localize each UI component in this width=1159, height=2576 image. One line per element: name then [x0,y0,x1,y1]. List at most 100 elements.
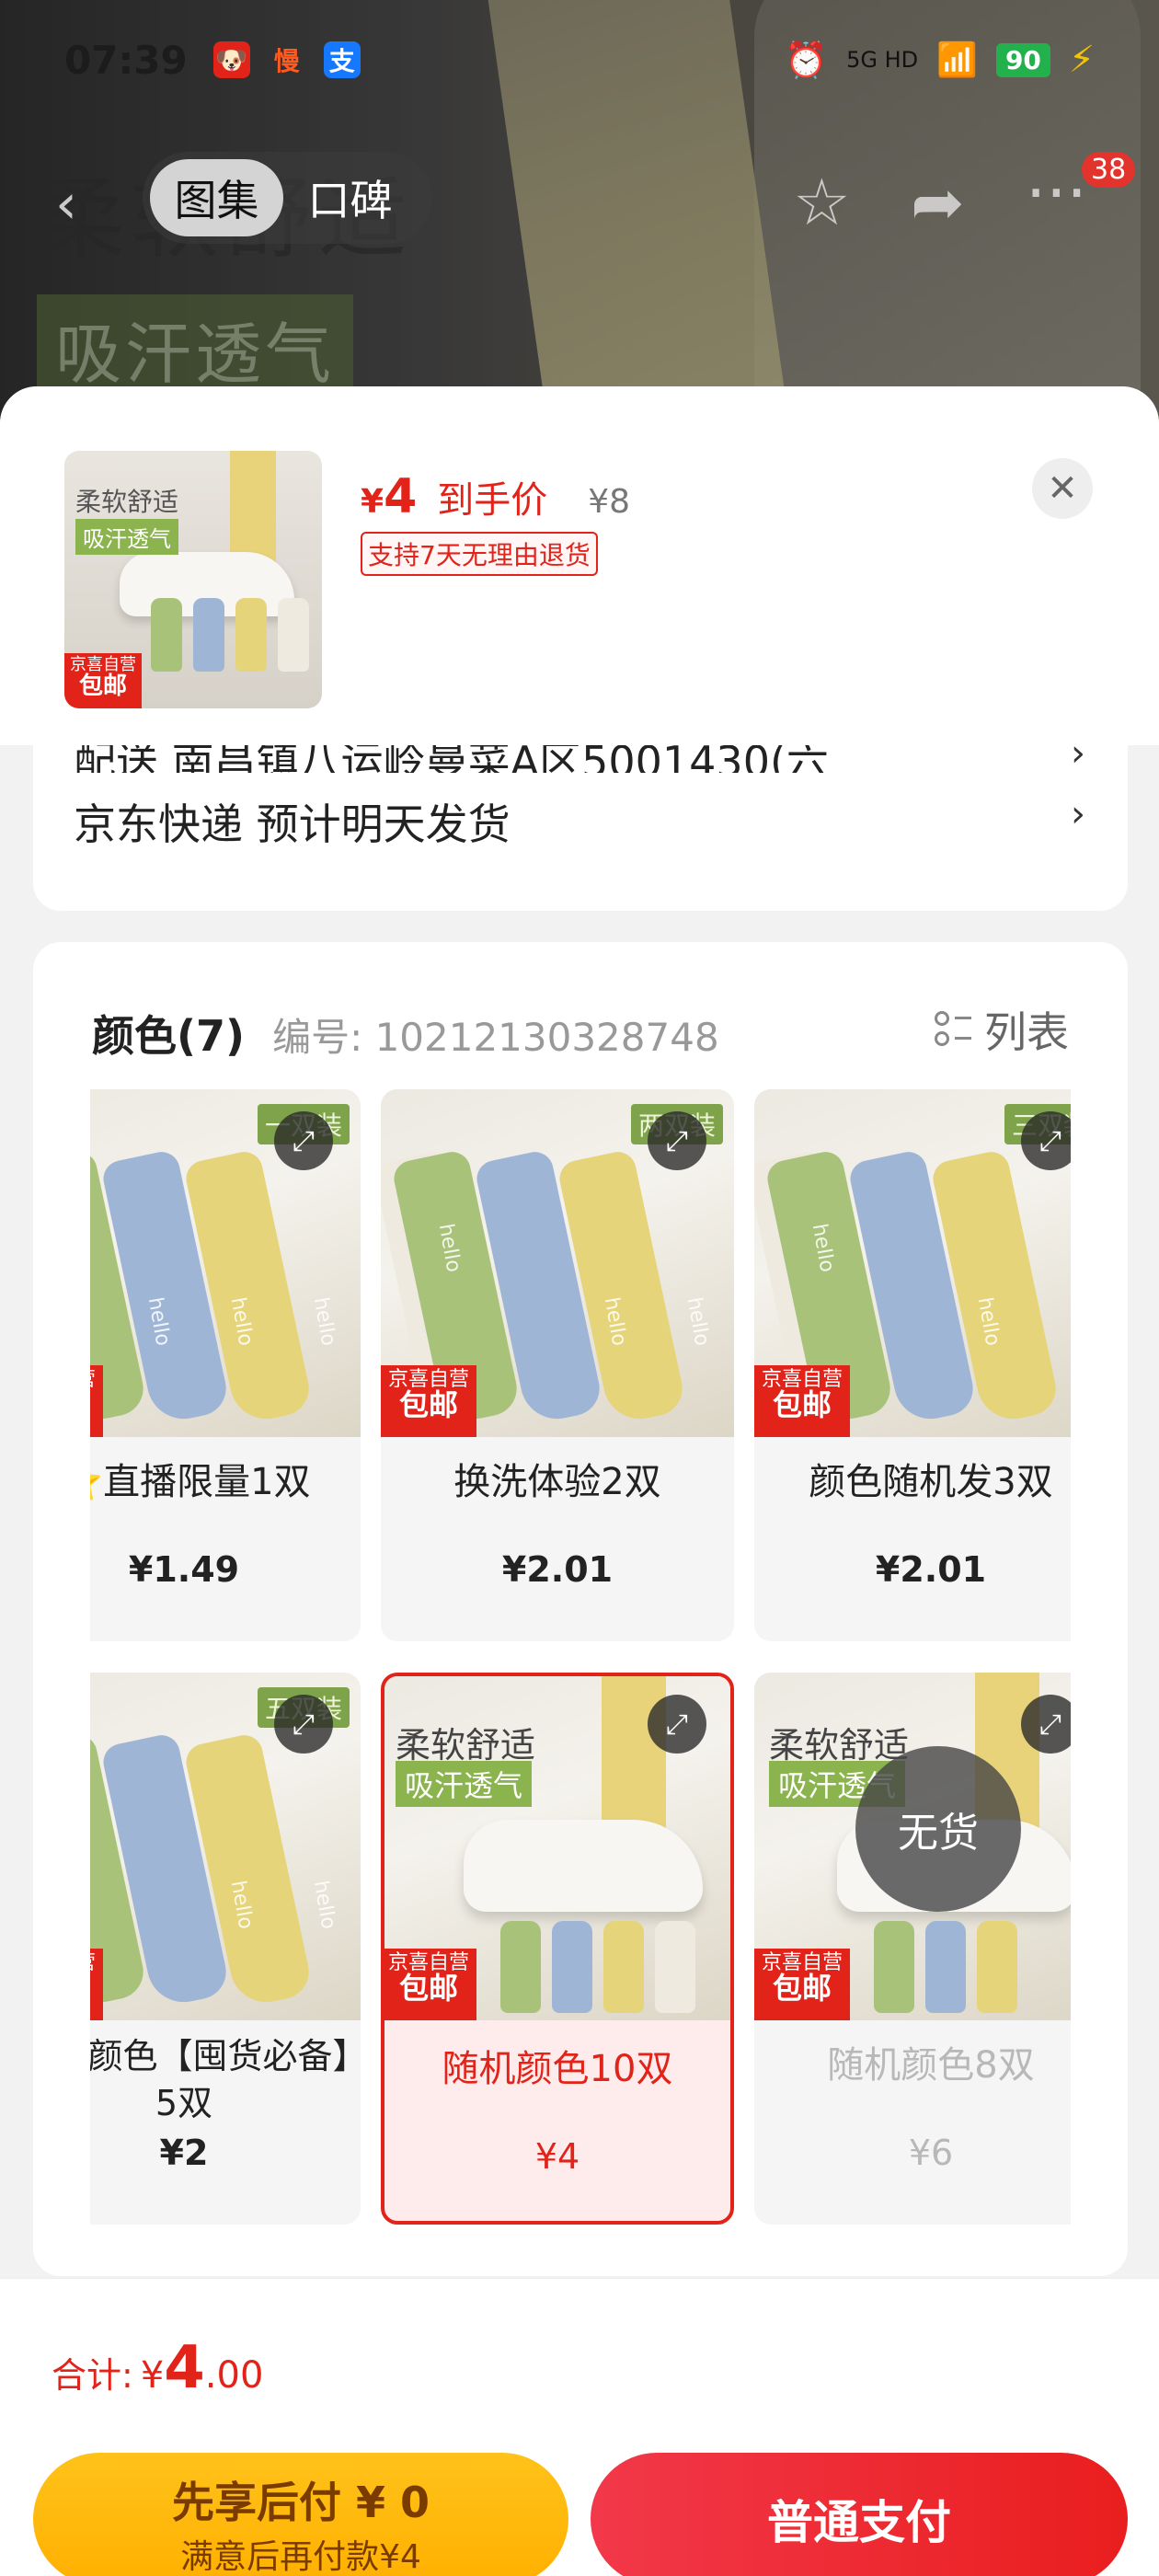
free-shipping-label: 包邮 [398,1387,458,1423]
message-count-badge: 38 [1082,152,1136,188]
free-shipping-label: 包邮 [772,1971,832,2007]
close-icon[interactable]: ✕ [1032,458,1093,519]
leg-graphic [602,1676,666,1838]
sku-image: hello hello 三双装 ⤢ 京喜自营包邮 [754,1089,1071,1437]
self-operated-tag: 京喜自营 包邮 [64,653,142,708]
self-operated-tag: 京喜自营包邮 [90,1365,103,1437]
free-shipping-label: 包邮 [90,1973,103,2005]
expand-image-icon[interactable]: ⤢ [1021,1111,1071,1170]
address-chevron-icon: › [1071,732,1085,775]
status-bar: 07:39 🐶 慢 支 ⏰ 5G HD 📶 90 ⚡ [0,0,1159,120]
sku-option-3[interactable]: hello hello 三双装 ⤢ 京喜自营包邮 颜色随机发3双 ¥2.01 [754,1089,1071,1641]
shoe-graphic [464,1820,703,1912]
battery-indicator: 90 [995,42,1050,77]
alarm-icon: ⏰ [784,39,829,80]
price-row: ¥4 到手价 ¥8 [361,469,630,524]
sock-graphic [977,1921,1017,2013]
back-arrow-icon[interactable]: ‹ [55,172,77,236]
sku-option-5-selected[interactable]: 柔软舒适 吸汗透气 ⤢ 京喜自营 包邮 随机颜色10双 ¥4 [381,1673,734,2225]
sock-graphic [500,1921,541,2013]
product-thumbnail[interactable]: 柔软舒适 吸汗透气 京喜自营 包邮 [64,451,322,708]
order-total: 合计: ¥ 4 .00 [52,2334,263,2402]
network-indicator: 5G HD [846,47,919,73]
sku-price: ¥6 [908,2133,954,2173]
status-time: 07:39 [64,37,188,83]
delivery-address: 配送 南昌镇八运岭曼菜A区5001430(六 [74,745,829,773]
sku-price: ¥2.01 [501,1549,614,1590]
sheet-header: 柔软舒适 吸汗透气 京喜自营 包邮 ¥4 到手价 ¥8 支持7天无理由退货 ✕ [0,386,1159,745]
sku-option-6-out-of-stock[interactable]: 柔软舒适 吸汗透气 ⤢ 无货 京喜自营 包邮 随机颜色8双 ¥6 [754,1673,1071,2225]
man-app-icon: 慢 [273,46,300,76]
pay-now-button[interactable]: 普通支付 [591,2453,1128,2576]
original-price: ¥8 [588,483,631,521]
shipping-chevron-icon: › [1071,793,1085,835]
sku-name: 随机颜色10双 [442,2048,673,2090]
sku-image: 柔软舒适 吸汗透气 ⤢ 无货 京喜自营 包邮 [754,1673,1071,2020]
list-view-label: 列表 [984,1007,1069,1057]
sku-name: 颜色随机发3双 [809,1461,1053,1503]
tab-reviews[interactable]: 口碑 [283,159,417,236]
favorite-star-icon[interactable]: ☆ [793,165,851,240]
sku-option-4[interactable]: hello hello 五双装 ⤢ 京喜自营包邮 随机颜色【囤货必备】5双 ¥2 [90,1673,361,2225]
sock-graphic [655,1921,695,2013]
sku-name: 随机颜色【囤货必备】5双 [90,2036,350,2124]
list-view-icon [935,1009,971,1050]
sku-image: hello hello hello 两双装 ⤢ 京喜自营包邮 [381,1089,734,1437]
tab-gallery[interactable]: 图集 [150,159,283,236]
thumbnail-sock-white [278,598,309,672]
self-operated-label: 京喜自营 [90,1369,103,1390]
sock-brand-text: hello [308,1295,340,1348]
pay-later-title: 先享后付 ¥ 0 [171,2478,430,2527]
banner-title: 柔软舒适 [396,1725,536,1765]
jd-dog-app-icon: 🐶 [212,41,250,78]
sku-selection-sheet: 柔软舒适 吸汗透气 京喜自营 包邮 ¥4 到手价 ¥8 支持7天无理由退货 ✕ … [0,386,1159,2576]
sku-option-1[interactable]: hello hello hello 一双装 ⤢ 京喜自营包邮 ⭐直播限量1双 ¥… [90,1089,361,1641]
sku-option-2[interactable]: hello hello hello 两双装 ⤢ 京喜自营包邮 换洗体验2双 ¥2… [381,1089,734,1641]
sku-name: 随机颜色8双 [827,2044,1035,2087]
banner-title: 柔软舒适 [769,1725,910,1765]
self-operated-tag: 京喜自营包邮 [384,1949,476,2020]
sku-price: ¥4 [534,2136,580,2177]
total-currency: ¥ [140,2354,165,2397]
banner-subtitle: 吸汗透气 [396,1761,533,1807]
thumbnail-subtitle: 吸汗透气 [75,519,178,555]
sock-graphic [552,1921,592,2013]
more-dots-icon[interactable]: ··· [1026,155,1087,231]
pay-later-subtitle: 满意后再付款¥4 [180,2538,421,2576]
final-price-value: 4 [384,469,418,524]
expand-image-icon[interactable]: ⤢ [648,1111,706,1170]
thumbnail-title: 柔软舒适 [75,487,179,517]
total-integer: 4 [164,2334,205,2402]
self-operated-tag: 京喜自营包邮 [381,1365,476,1437]
sock-graphic [603,1921,644,2013]
delivery-card[interactable]: 配送 南昌镇八运岭曼菜A区5001430(六 › 京东快递 预计明天发货 › [33,732,1128,911]
pay-later-button[interactable]: 先享后付 ¥ 0 满意后再付款¥4 [33,2453,568,2576]
expand-image-icon[interactable]: ⤢ [274,1695,333,1754]
expand-image-icon[interactable]: ⤢ [648,1695,706,1754]
list-view-toggle[interactable]: 列表 [935,999,1069,1060]
top-navigation: ‹ 图集 口碑 ☆ ➦ ··· 38 [0,152,1159,244]
return-policy-tag: 支持7天无理由退货 [361,532,598,576]
status-indicators: ⏰ 5G HD 📶 90 ⚡ [785,39,1095,81]
alipay-app-icon: 支 [323,41,361,78]
sku-price: ¥2.01 [875,1549,987,1590]
address-clip: 配送 南昌镇八运岭曼菜A区5001430(六 [33,745,1128,773]
sku-grid: hello hello hello 一双装 ⤢ 京喜自营包邮 ⭐直播限量1双 ¥… [90,1089,1071,2267]
expand-image-icon[interactable]: ⤢ [274,1111,333,1170]
free-shipping-label: 包邮 [90,1390,103,1421]
gallery-tab-switcher: 图集 口碑 [143,152,432,244]
sku-image: hello hello 五双装 ⤢ 京喜自营包邮 [90,1673,361,2020]
sku-name: ⭐直播限量1双 [90,1461,311,1503]
free-shipping-label: 包邮 [772,1387,832,1423]
sku-price: ¥1.49 [128,1549,240,1590]
self-operated-label: 京喜自营 [90,1952,103,1973]
thumbnail-sock-yellow [235,598,267,672]
sku-image: hello hello hello 一双装 ⤢ 京喜自营包邮 [90,1089,361,1437]
payment-bar: 先享后付 ¥ 0 满意后再付款¥4 普通支付 [0,2420,1159,2576]
color-header: 颜色(7) 编号: 10212130328748 [92,1003,719,1064]
charging-icon: ⚡ [1068,39,1095,81]
self-operated-tag: 京喜自营包邮 [754,1949,850,2020]
wifi-icon: 📶 [936,41,978,79]
color-title: 颜色(7) [92,1011,246,1061]
share-icon[interactable]: ➦ [911,165,965,240]
